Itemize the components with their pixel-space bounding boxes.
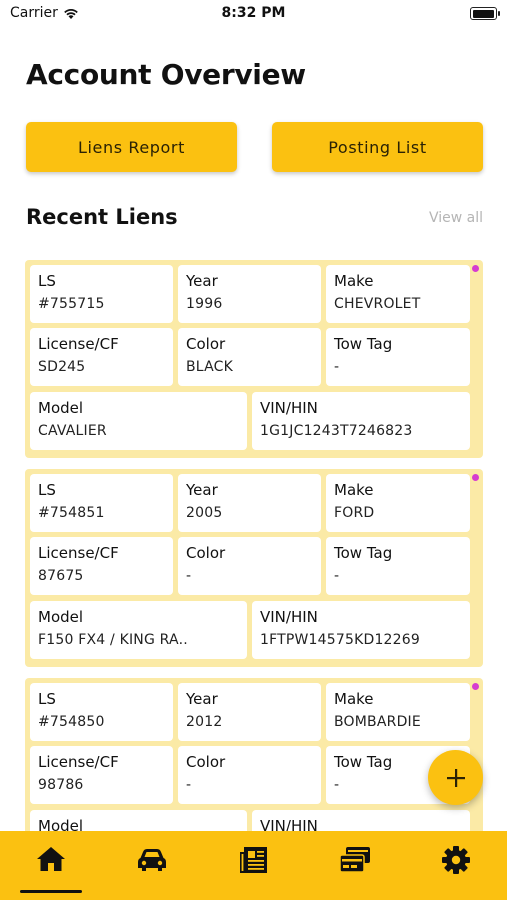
make-value: CHEVROLET [334,296,421,312]
home-icon [37,847,65,871]
model-label: Model [38,399,84,417]
vin-cell: VIN/HIN 1FTPW14575KD12269 [252,601,470,659]
ls-value: #755715 [38,296,105,312]
recent-liens-list: LS #755715 Year 1996 Make CHEVROLET Lice… [25,260,483,887]
vin-value: 1G1JC1243T7246823 [260,423,413,439]
ls-label: LS [38,481,56,499]
nav-vehicles[interactable] [127,845,177,885]
status-dot [472,474,479,481]
color-label: Color [186,753,226,771]
year-label: Year [186,272,218,290]
bottom-nav [0,831,507,900]
tow-tag-value: - [334,359,340,375]
tow-tag-label: Tow Tag [334,335,393,353]
license-cell: License/CF 98786 [30,746,173,804]
car-icon [138,849,166,871]
color-value: BLACK [186,359,234,375]
lien-card[interactable]: LS #754851 Year 2005 Make FORD License/C… [25,469,483,667]
status-bar: Carrier 8:32 PM [0,0,507,28]
year-cell: Year 2005 [178,474,321,532]
make-value: BOMBARDIE [334,714,421,730]
page-title: Account Overview [26,58,306,91]
license-label: License/CF [38,335,119,353]
make-label: Make [334,481,374,499]
vin-cell: VIN/HIN 1G1JC1243T7246823 [252,392,470,450]
tow-tag-value: - [334,568,340,584]
ls-cell: LS #754851 [30,474,173,532]
vin-label: VIN/HIN [260,399,318,417]
gear-icon [442,846,470,874]
nav-reports[interactable] [229,845,279,885]
nav-payments[interactable] [330,845,380,885]
license-cell: License/CF 87675 [30,537,173,595]
vin-label: VIN/HIN [260,608,318,626]
color-cell: Color - [178,746,321,804]
ls-label: LS [38,272,56,290]
newspaper-icon [240,847,267,873]
year-value: 2012 [186,714,223,730]
status-dot [472,683,479,690]
ls-cell: LS #755715 [30,265,173,323]
tow-tag-label: Tow Tag [334,544,393,562]
plus-icon [446,768,465,787]
make-value: FORD [334,505,375,521]
active-tab-indicator [20,890,82,893]
payment-card-icon [339,847,370,873]
vin-value: 1FTPW14575KD12269 [260,632,420,648]
lien-card[interactable]: LS #755715 Year 1996 Make CHEVROLET Lice… [25,260,483,458]
make-cell: Make FORD [326,474,470,532]
year-value: 2005 [186,505,223,521]
license-value: 98786 [38,777,84,793]
license-cell: License/CF SD245 [30,328,173,386]
model-cell: Model F150 FX4 / KING RA.. [30,601,247,659]
battery-level [472,9,494,18]
recent-liens-title: Recent Liens [26,205,178,229]
color-value: - [186,777,192,793]
view-all-link[interactable]: View all [429,210,483,226]
make-cell: Make BOMBARDIE [326,683,470,741]
color-cell: Color BLACK [178,328,321,386]
license-value: SD245 [38,359,86,375]
tow-tag-cell: Tow Tag - [326,328,470,386]
make-label: Make [334,690,374,708]
license-label: License/CF [38,544,119,562]
color-label: Color [186,335,226,353]
liens-report-button[interactable]: Liens Report [26,122,237,172]
color-cell: Color - [178,537,321,595]
ls-value: #754850 [38,714,105,730]
posting-list-button[interactable]: Posting List [272,122,483,172]
year-cell: Year 2012 [178,683,321,741]
ls-cell: LS #754850 [30,683,173,741]
year-value: 1996 [186,296,223,312]
status-time: 8:32 PM [221,5,286,21]
add-lien-button[interactable] [428,750,483,805]
ls-label: LS [38,690,56,708]
ls-value: #754851 [38,505,105,521]
year-cell: Year 1996 [178,265,321,323]
nav-settings[interactable] [431,845,481,885]
license-value: 87675 [38,568,84,584]
model-value: CAVALIER [38,423,107,439]
model-label: Model [38,608,84,626]
battery-icon [470,7,500,20]
year-label: Year [186,481,218,499]
model-cell: Model CAVALIER [30,392,247,450]
model-value: F150 FX4 / KING RA.. [38,632,188,648]
tow-tag-cell: Tow Tag - [326,537,470,595]
make-cell: Make CHEVROLET [326,265,470,323]
license-label: License/CF [38,753,119,771]
year-label: Year [186,690,218,708]
make-label: Make [334,272,374,290]
nav-home[interactable] [26,845,76,885]
color-label: Color [186,544,226,562]
status-dot [472,265,479,272]
color-value: - [186,568,192,584]
